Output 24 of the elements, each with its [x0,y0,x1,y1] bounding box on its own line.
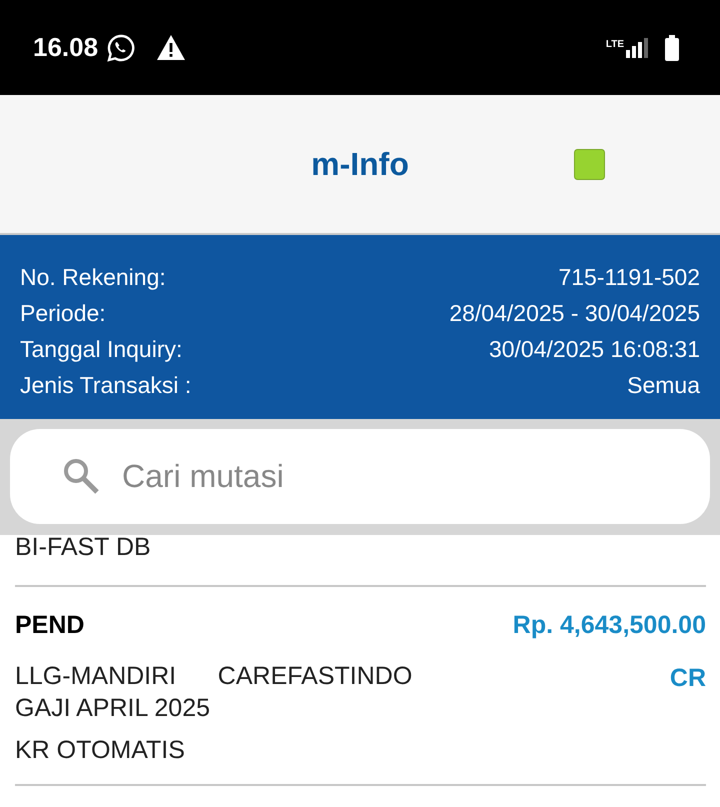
info-value: 715-1191-502 [558,263,700,292]
network-label: LTE [606,40,624,50]
warning-icon [156,34,186,61]
search-icon [62,457,100,495]
battery-icon [664,34,680,60]
info-value: 30/04/2025 16:08:31 [488,335,700,364]
status-square-icon [574,149,605,180]
info-label: Tanggal Inquiry: [20,335,182,364]
transaction-note: KR OTOMATIS [15,735,186,766]
info-value: Semua [627,371,700,400]
transaction-type: CR [670,663,706,694]
info-label: No. Rekening: [20,263,166,292]
info-label: Jenis Transaksi : [20,371,192,400]
signal-icon [626,38,648,58]
clock-time: 16.08 [33,31,98,64]
transaction-description: BI-FAST DB [15,532,152,563]
chat-bubble-icon [106,32,136,62]
info-value: 28/04/2025 - 30/04/2025 [449,299,700,328]
info-label: Periode: [20,299,106,328]
transaction-amount: Rp. 4,643,500.00 [512,610,706,640]
transaction-date: PEND [15,610,84,640]
search-field[interactable]: Cari mutasi [10,429,710,524]
transaction-description: LLG-MANDIRI CAREFASTINDO GAJI APRIL 2025 [15,661,412,724]
app-title: m-Info [311,145,409,184]
